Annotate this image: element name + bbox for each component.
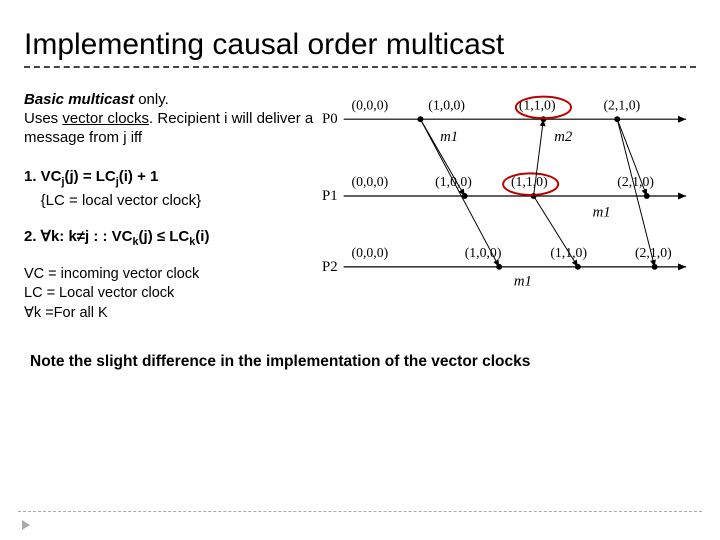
rule1-mid2: (i) + 1 — [119, 168, 159, 185]
intro-vector-clocks: vector clocks — [62, 110, 149, 127]
def-vc: VC = incoming vector clock — [24, 266, 199, 282]
process-label-p0: P0 — [322, 111, 338, 127]
p1-v0: (0,0,0) — [352, 174, 389, 190]
def-forall: ∀k =For all K — [24, 305, 108, 321]
p2-v3: (2,1,0) — [635, 245, 672, 261]
rule1-prefix: 1. VC — [24, 168, 62, 185]
rule1-subline: {LC = local vector clock} — [41, 192, 202, 209]
footer-divider — [18, 511, 702, 512]
p1-v2: (1,1,0) — [511, 174, 548, 190]
vector-clock-diagram: P0 (0,0,0) (1,0,0) (1,1,0) (2,1,0) m1 m2… — [322, 90, 696, 300]
text-column: Basic multicast only. Uses vector clocks… — [24, 90, 314, 349]
p1-m1: m1 — [593, 205, 611, 221]
p2-v0: (0,0,0) — [352, 245, 389, 261]
intro-paragraph: Basic multicast only. Uses vector clocks… — [24, 90, 314, 148]
p0-m1: m1 — [440, 129, 458, 145]
rule-1: 1. VCj(j) = LCj(i) + 1 {LC = local vecto… — [24, 166, 314, 212]
p0-v0: (0,0,0) — [352, 97, 389, 113]
intro-lead-rest: only. — [134, 91, 169, 108]
definitions: VC = incoming vector clock LC = Local ve… — [24, 265, 314, 324]
p0-v1: (1,0,0) — [428, 97, 465, 113]
p0-m2: m2 — [554, 129, 573, 145]
nav-arrow-icon — [22, 520, 30, 530]
rule2-prefix: 2. ∀k: k≠j : : VC — [24, 228, 133, 245]
rule-2: 2. ∀k: k≠j : : VCk(j) ≤ LCk(i) — [24, 226, 314, 251]
footnote: Note the slight difference in the implem… — [30, 353, 696, 371]
rule2-tail: (i) — [195, 228, 209, 245]
rule1-mid1: (j) = LC — [65, 168, 116, 185]
rule2-mid: (j) ≤ LC — [139, 228, 190, 245]
intro-lead: Basic multicast — [24, 91, 134, 108]
intro-line2a: Uses — [24, 110, 62, 127]
process-label-p2: P2 — [322, 259, 338, 275]
p2-v1: (1,0,0) — [465, 245, 502, 261]
p1-v3: (2,1,0) — [617, 174, 654, 190]
process-label-p1: P1 — [322, 188, 338, 204]
diagram-column: P0 (0,0,0) (1,0,0) (1,1,0) (2,1,0) m1 m2… — [322, 90, 696, 349]
page-title: Implementing causal order multicast — [24, 28, 696, 68]
p0-v3: (2,1,0) — [603, 97, 640, 113]
p2-m1: m1 — [514, 274, 532, 290]
def-lc: LC = Local vector clock — [24, 285, 174, 301]
